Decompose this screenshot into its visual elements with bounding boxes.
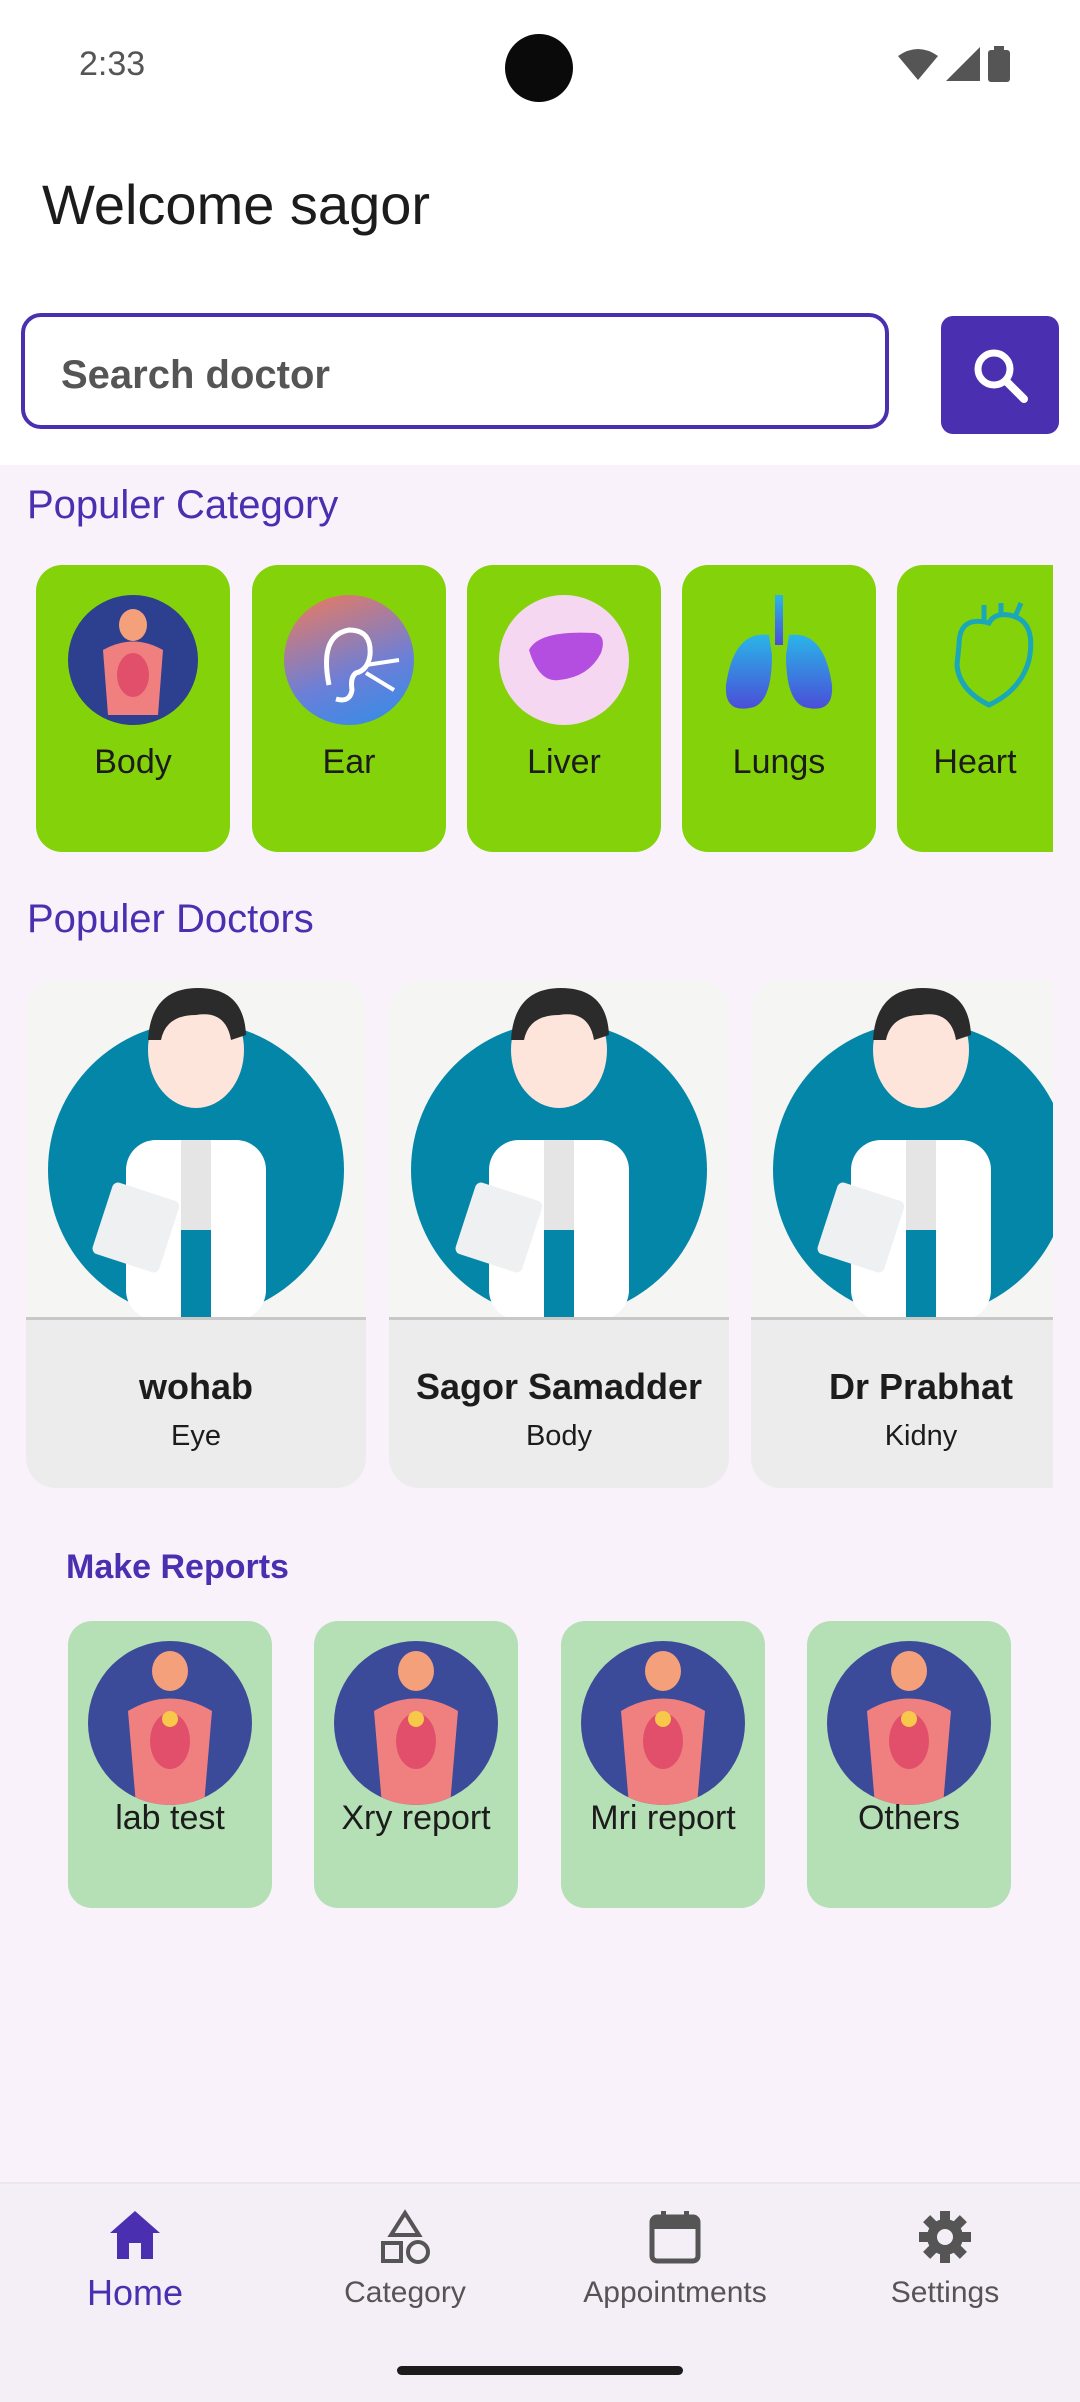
nav-settings[interactable]: Settings — [870, 2209, 1020, 2310]
welcome-title: Welcome sagor — [42, 173, 431, 236]
category-icon — [381, 2209, 430, 2264]
search-icon — [974, 349, 1028, 403]
heart-icon — [929, 595, 1059, 725]
category-label: Lungs — [732, 743, 826, 781]
status-icons — [898, 46, 1010, 82]
doctor-card[interactable]: Sagor Samadder Body — [389, 980, 729, 1488]
lungs-icon — [714, 595, 844, 725]
nav-home[interactable]: Home — [60, 2209, 210, 2314]
ear-icon — [284, 595, 414, 725]
report-others[interactable]: Others — [807, 1621, 1011, 1908]
category-lungs[interactable]: Lungs — [682, 565, 876, 852]
category-body[interactable]: Body — [36, 565, 230, 852]
nav-label: Appointments — [583, 2276, 767, 2309]
body-icon — [68, 595, 198, 725]
doctor-specialty: Body — [525, 1420, 593, 1452]
nav-label: Home — [86, 2272, 184, 2313]
doctor-name: Dr Prabhat — [828, 1366, 1014, 1407]
body-icon — [581, 1641, 745, 1805]
doctor-avatar — [389, 980, 729, 1320]
doctor-specialty: Kidny — [884, 1420, 958, 1452]
category-ear[interactable]: Ear — [252, 565, 446, 852]
category-label: Body — [94, 743, 172, 781]
nav-appointments[interactable]: Appointments — [565, 2209, 785, 2310]
category-label: Ear — [322, 743, 376, 781]
search-input[interactable]: Search doctor — [21, 313, 889, 429]
category-label: Liver — [527, 743, 601, 781]
report-mri[interactable]: Mri report — [561, 1621, 765, 1908]
make-reports-title: Make Reports — [66, 1548, 289, 1586]
gesture-bar[interactable] — [397, 2366, 683, 2375]
nav-category[interactable]: Category — [330, 2209, 480, 2310]
doctor-avatar — [26, 980, 366, 1320]
report-lab-test[interactable]: lab test — [68, 1621, 272, 1908]
status-bar: 2:33 — [0, 0, 1080, 135]
camera-cutout — [505, 34, 573, 102]
report-label: Mri report — [590, 1799, 736, 1837]
nav-label: Category — [344, 2276, 466, 2309]
popular-category-title: Populer Category — [27, 483, 339, 527]
report-xry[interactable]: Xry report — [314, 1621, 518, 1908]
gear-icon — [919, 2211, 971, 2263]
body-icon — [334, 1641, 498, 1805]
report-label: Xry report — [341, 1799, 491, 1837]
doctor-avatar — [751, 980, 1053, 1320]
doctor-name: wohab — [139, 1366, 253, 1407]
liver-icon — [499, 595, 629, 725]
nav-label: Settings — [890, 2276, 1000, 2309]
wifi-icon — [898, 49, 938, 80]
report-label: Others — [857, 1799, 961, 1837]
search-placeholder: Search doctor — [61, 353, 330, 397]
doctor-card[interactable]: wohab Eye — [26, 980, 366, 1488]
doctor-card[interactable]: Dr Prabhat Kidny — [751, 980, 1053, 1488]
category-label: Heart — [933, 743, 1017, 781]
status-time: 2:33 — [79, 45, 146, 83]
report-label: lab test — [115, 1799, 225, 1837]
popular-doctors-title: Populer Doctors — [27, 897, 314, 941]
signal-icon — [946, 47, 980, 81]
category-heart[interactable]: Heart — [897, 565, 1053, 852]
search-button[interactable] — [941, 316, 1059, 434]
category-liver[interactable]: Liver — [467, 565, 661, 852]
body-icon — [88, 1641, 252, 1805]
home-icon — [110, 2211, 160, 2259]
battery-icon — [988, 46, 1010, 82]
doctor-name: Sagor Samadder — [415, 1366, 703, 1407]
calendar-icon — [649, 2211, 701, 2264]
body-icon — [827, 1641, 991, 1805]
doctor-specialty: Eye — [171, 1420, 221, 1452]
